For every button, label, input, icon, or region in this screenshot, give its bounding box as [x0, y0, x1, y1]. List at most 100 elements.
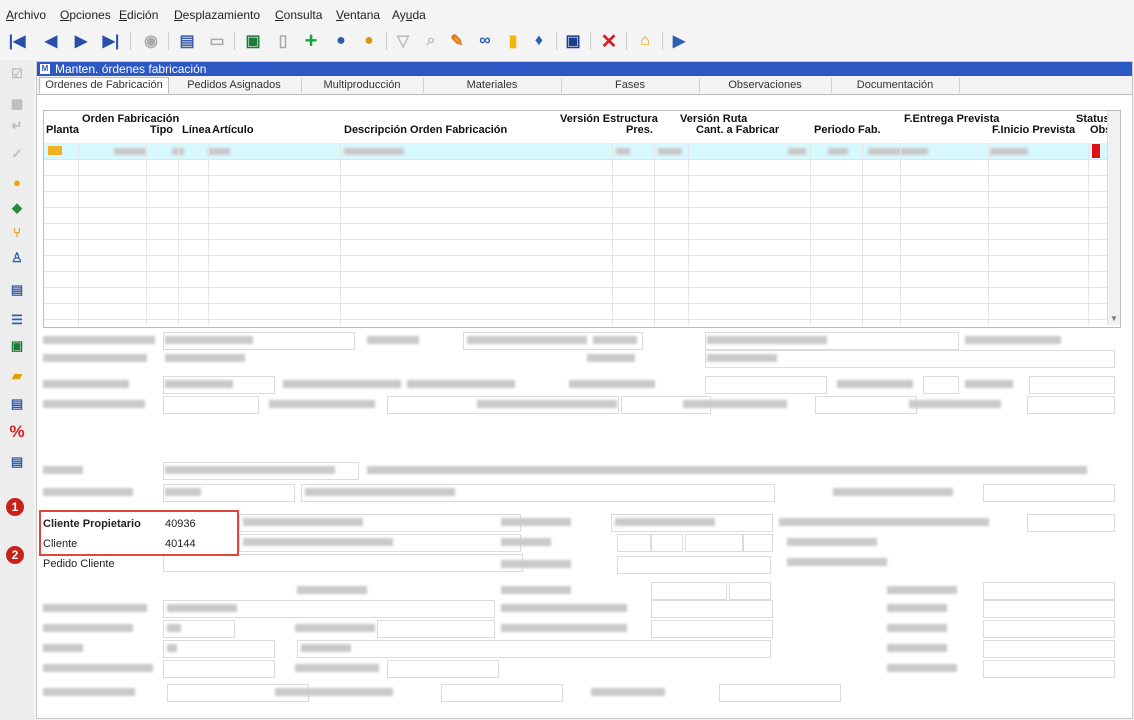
- save-icon[interactable]: ▣: [562, 30, 584, 52]
- note-icon[interactable]: ▮: [502, 30, 524, 52]
- excel-side-icon[interactable]: ▣: [9, 338, 25, 354]
- database-alt-icon[interactable]: ●: [358, 30, 380, 52]
- add-icon[interactable]: +: [300, 28, 322, 53]
- familia-field[interactable]: [163, 640, 275, 658]
- header-descripcion[interactable]: Descripción Orden Fabricación: [344, 124, 507, 136]
- preview-icon[interactable]: ▭: [206, 30, 228, 52]
- pedido-inicio-b-field[interactable]: [651, 534, 683, 552]
- copy-icon[interactable]: ▯: [272, 30, 294, 52]
- edit-icon[interactable]: ✎: [446, 30, 468, 52]
- header-cant-fabricar[interactable]: Cant. a Fabricar: [696, 124, 779, 136]
- hierarchy-icon[interactable]: ♙: [9, 250, 25, 266]
- table-row[interactable]: [44, 303, 1108, 320]
- print-icon[interactable]: ▤: [176, 30, 198, 52]
- refresh-icon[interactable]: ◉: [140, 30, 162, 52]
- menu-ayuda[interactable]: Ayuda: [392, 8, 426, 22]
- cantidad-field[interactable]: [163, 396, 259, 414]
- header-planta[interactable]: Planta: [46, 124, 79, 136]
- temperatura-final-field[interactable]: [441, 684, 563, 702]
- tab-ordenes-fabricacion[interactable]: Ordenes de Fabricación: [39, 77, 169, 94]
- cantidad-original-field[interactable]: [815, 396, 917, 414]
- filter-icon[interactable]: ▽: [392, 30, 414, 52]
- percent-icon[interactable]: %: [9, 422, 25, 441]
- temperatura-media-field[interactable]: [719, 684, 841, 702]
- document-icon[interactable]: ▤: [9, 396, 25, 412]
- cod-fabricacion-b-field[interactable]: [729, 582, 771, 600]
- tab-observaciones[interactable]: Observaciones: [699, 78, 832, 93]
- folder-icon[interactable]: ▰: [9, 368, 25, 384]
- stock-disponible-field[interactable]: [983, 660, 1115, 678]
- first-record-icon[interactable]: |◀: [6, 30, 28, 52]
- table-row[interactable]: [44, 271, 1108, 288]
- home-icon[interactable]: ⌂: [634, 30, 656, 52]
- header-f-inicio[interactable]: F.Inicio Prevista: [992, 124, 1075, 136]
- branch-icon[interactable]: ⑂: [9, 224, 25, 240]
- table-row[interactable]: [44, 223, 1108, 240]
- menu-edicion[interactable]: Edición: [119, 8, 158, 22]
- check-circle-icon[interactable]: ✓: [9, 146, 25, 162]
- exit-icon[interactable]: ▶: [668, 30, 690, 52]
- tab-multiproduccion[interactable]: Multiproducción: [301, 78, 424, 93]
- grid-vertical-scrollbar[interactable]: ▼: [1107, 111, 1120, 325]
- print-side-icon[interactable]: ▤: [9, 282, 25, 298]
- tab-materiales[interactable]: Materiales: [423, 78, 562, 93]
- numero-lote-field[interactable]: [983, 484, 1115, 502]
- excel-icon[interactable]: ▣: [242, 30, 264, 52]
- menu-consulta[interactable]: Consulta: [275, 8, 322, 22]
- lote-optimo-field[interactable]: [651, 620, 773, 638]
- stock-maximo-field[interactable]: [983, 620, 1115, 638]
- table-row[interactable]: [44, 287, 1108, 304]
- extra-field[interactable]: [1029, 376, 1115, 394]
- motivo-field[interactable]: [1027, 514, 1115, 532]
- situacion-proceso-field[interactable]: [983, 582, 1115, 600]
- eraser-icon[interactable]: ◆: [9, 200, 25, 216]
- checklist-icon[interactable]: ☑: [9, 66, 25, 82]
- menu-archivo[interactable]: Archivo: [6, 8, 46, 22]
- printer-alt-icon[interactable]: ▤: [9, 454, 25, 470]
- table-row[interactable]: [44, 159, 1108, 176]
- grid-icon[interactable]: ▦: [9, 96, 25, 112]
- header-articulo[interactable]: Artículo: [212, 124, 254, 136]
- stock-minimo-field[interactable]: [983, 600, 1115, 618]
- return-icon[interactable]: ↵: [9, 118, 25, 134]
- cantidad-entrada-field[interactable]: [1027, 396, 1115, 414]
- list-icon[interactable]: ☰: [9, 312, 25, 328]
- table-row[interactable]: [44, 255, 1108, 272]
- header-pres[interactable]: Pres.: [626, 124, 653, 136]
- lote-minimo-field[interactable]: [651, 600, 773, 618]
- tab-documentacion[interactable]: Documentación: [831, 78, 960, 93]
- link-icon[interactable]: ∞: [474, 30, 496, 52]
- header-f-entrega[interactable]: F.Entrega Prevista: [904, 113, 999, 125]
- delete-icon[interactable]: ✕: [598, 30, 620, 53]
- next-record-icon[interactable]: ▶: [70, 30, 92, 52]
- info-icon[interactable]: ●: [9, 174, 25, 190]
- header-linea[interactable]: Línea: [182, 124, 211, 136]
- previous-record-icon[interactable]: ◀: [40, 30, 62, 52]
- rendimiento-field[interactable]: [163, 660, 275, 678]
- rendimiento-real-field[interactable]: [387, 660, 499, 678]
- pedido-inicio-c-field[interactable]: [685, 534, 743, 552]
- menu-opciones[interactable]: Opciones: [60, 8, 111, 22]
- table-row[interactable]: [44, 239, 1108, 256]
- menu-ventana[interactable]: Ventana: [336, 8, 380, 22]
- last-record-icon[interactable]: ▶|: [100, 30, 122, 52]
- cod-fabricacion-a-field[interactable]: [651, 582, 727, 600]
- stock-seguridad-field[interactable]: [983, 640, 1115, 658]
- search-icon[interactable]: ⌕: [420, 30, 442, 52]
- pedido-inicio-d-field[interactable]: [743, 534, 773, 552]
- table-row[interactable]: [44, 207, 1108, 224]
- database-icon[interactable]: ●: [330, 30, 352, 52]
- fecha-field[interactable]: [705, 376, 827, 394]
- table-row[interactable]: [44, 191, 1108, 208]
- tab-fases[interactable]: Fases: [561, 78, 700, 93]
- estado-field[interactable]: [923, 376, 959, 394]
- table-row-selected[interactable]: [44, 143, 1108, 160]
- unidad-medida-2-field[interactable]: [377, 620, 495, 638]
- menu-desplazamiento[interactable]: Desplazamiento: [174, 8, 260, 22]
- referencia-field[interactable]: [617, 556, 771, 574]
- tab-pedidos-asignados[interactable]: Pedidos Asignados: [167, 78, 302, 93]
- pedido-inicio-a-field[interactable]: [617, 534, 651, 552]
- pedido-cliente-field[interactable]: [163, 554, 523, 572]
- familia-desc-field[interactable]: [297, 640, 771, 658]
- header-periodo-fab[interactable]: Periodo Fab.: [814, 124, 881, 136]
